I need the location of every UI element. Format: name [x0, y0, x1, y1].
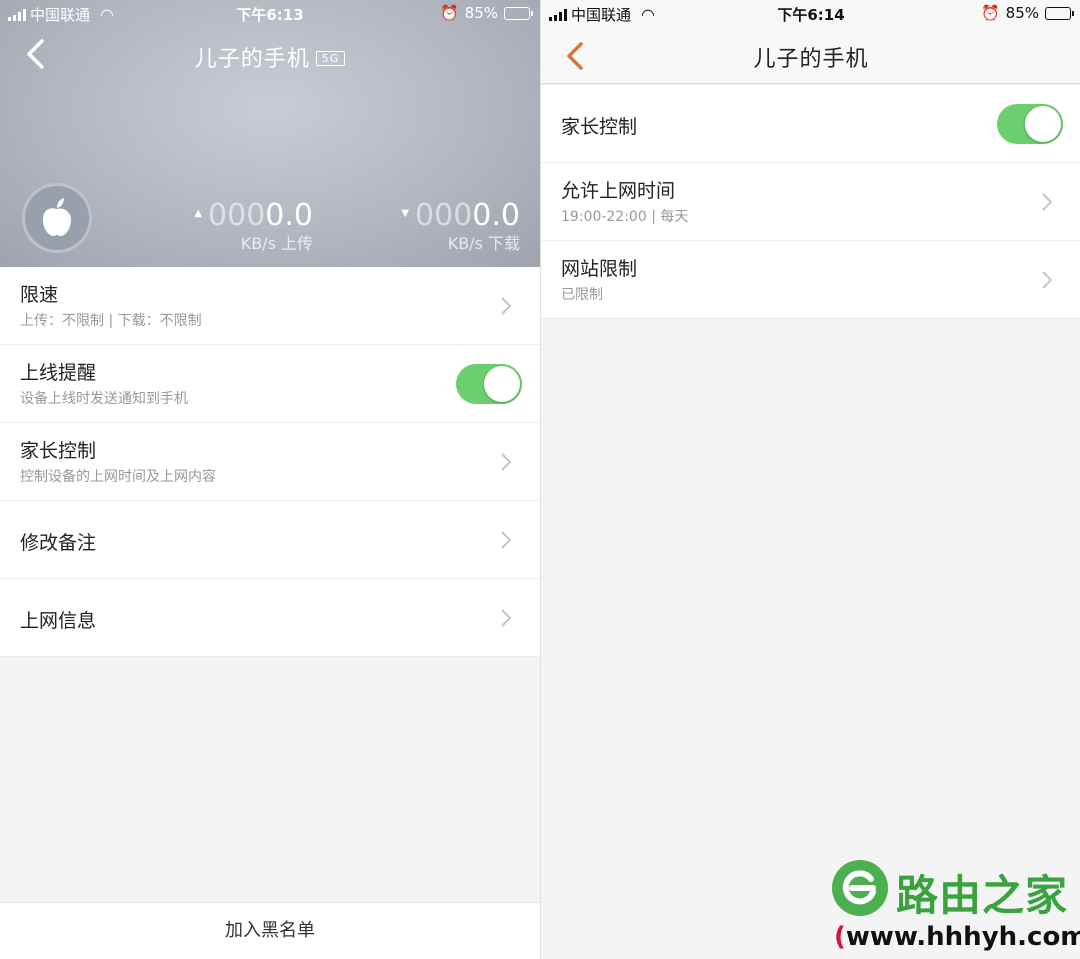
row-online-alert: 上线提醒 设备上线时发送通知到手机 [0, 345, 540, 423]
battery-percent: 85% [464, 4, 498, 22]
upload-unit: KB/s 上传 [240, 233, 313, 253]
watermark-name: 路由之家 [896, 871, 1069, 920]
alarm-icon: ⏰ [980, 4, 1000, 22]
download-arrow-icon: ▼ [401, 207, 410, 219]
battery-percent: 85% [1005, 4, 1039, 22]
page-title: 儿子的手机 5G [0, 41, 540, 73]
alarm-icon: ⏰ [439, 4, 459, 22]
watermark: 路由之家 (www.hhhyh.com) [830, 858, 1080, 959]
chevron-right-icon [501, 453, 512, 471]
row-speed-limit[interactable]: 限速 上传：不限制 | 下载：不限制 [0, 267, 540, 345]
battery-icon [1045, 6, 1074, 20]
row-allowed-time[interactable]: 允许上网时间 19:00-22:00 | 每天 [541, 163, 1080, 241]
download-unit: KB/s 下载 [447, 233, 520, 253]
chevron-right-icon [501, 531, 512, 549]
row-network-info[interactable]: 上网信息 [0, 579, 540, 657]
status-bar: 中国联通 ◠ 下午6:14 ⏰ 85% [541, 0, 1080, 28]
upload-arrow-icon: ▲ [194, 207, 203, 219]
band-badge: 5G [315, 50, 346, 66]
battery-icon [504, 6, 533, 20]
download-rate: ▼ 0000.0 KB/s 下载 [401, 198, 520, 253]
add-to-blacklist-button[interactable]: 加入黑名单 [0, 902, 540, 959]
device-avatar [22, 183, 92, 253]
parental-control-toggle[interactable] [997, 104, 1063, 144]
nav-bar: 儿子的手机 [541, 28, 1080, 84]
device-header: 中国联通 ◠ 下午6:13 ⏰ 85% 儿子的手机 5G ▲ 0000.0 KB/ [0, 0, 540, 267]
watermark-e-logo [832, 860, 888, 916]
page-title: 儿子的手机 [753, 47, 869, 72]
upload-rate: ▲ 0000.0 KB/s 上传 [194, 198, 313, 253]
device-detail-screen: 中国联通 ◠ 下午6:13 ⏰ 85% 儿子的手机 5G ▲ 0000.0 KB/ [0, 0, 540, 959]
chevron-right-icon [501, 297, 512, 315]
parental-control-screen: 中国联通 ◠ 下午6:14 ⏰ 85% 儿子的手机 家长控制 允许上网时间 19… [540, 0, 1080, 959]
settings-list: 限速 上传：不限制 | 下载：不限制 上线提醒 设备上线时发送通知到手机 家长控… [0, 267, 540, 657]
online-alert-toggle[interactable] [456, 364, 522, 404]
status-bar: 中国联通 ◠ 下午6:13 ⏰ 85% [0, 0, 540, 28]
chevron-right-icon [1042, 271, 1053, 289]
row-parental-control-toggle: 家长控制 [541, 85, 1080, 163]
chevron-right-icon [1042, 193, 1053, 211]
row-edit-note[interactable]: 修改备注 [0, 501, 540, 579]
chevron-right-icon [501, 609, 512, 627]
row-parental-control[interactable]: 家长控制 控制设备的上网时间及上网内容 [0, 423, 540, 501]
row-website-limit[interactable]: 网站限制 已限制 [541, 241, 1080, 319]
parental-settings-list: 家长控制 允许上网时间 19:00-22:00 | 每天 网站限制 已限制 [541, 85, 1080, 319]
apple-logo-icon [43, 198, 71, 236]
watermark-url: (www.hhhyh.com) [834, 922, 1080, 952]
